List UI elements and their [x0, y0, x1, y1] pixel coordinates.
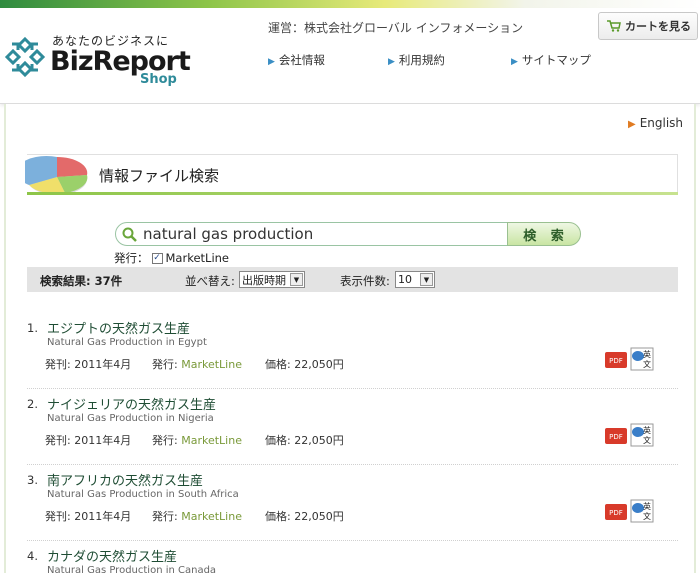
svg-text:文: 文: [643, 359, 651, 369]
svg-text:文: 文: [643, 511, 651, 521]
result-count: 検索結果: 37件: [40, 274, 123, 288]
result-date: 発刊: 2011年4月: [45, 434, 132, 447]
search-panel: 情報ファイル検索 natural gas production 検 索 発行： …: [25, 154, 678, 292]
list-item: 4. カナダの天然ガス生産 Natural Gas Production in …: [27, 541, 678, 573]
logo-shop: Shop: [140, 72, 177, 87]
publisher-filter-label: 発行：: [114, 251, 149, 265]
publisher-checkbox[interactable]: ✓: [151, 252, 163, 264]
search-form: natural gas production 検 索 発行： ✓ MarketL…: [27, 195, 678, 267]
svg-text:文: 文: [643, 435, 651, 445]
result-price: 価格: 22,050円: [265, 434, 344, 447]
arrow-icon: ▶: [628, 119, 636, 130]
sort-label: 並べ替え:: [185, 274, 235, 288]
result-price: 価格: 22,050円: [265, 358, 344, 371]
publisher-filter-value: MarketLine: [165, 251, 230, 265]
result-toolbar: 検索結果: 37件 並べ替え: 出版時期 ▼ 表示件数: 10 ▼: [27, 267, 678, 292]
sort-select[interactable]: 出版時期 ▼: [239, 271, 305, 288]
result-publisher: 発行: MarketLine: [152, 510, 242, 523]
result-date: 発刊: 2011年4月: [45, 510, 132, 523]
nav-company[interactable]: ▶ 会社情報: [268, 52, 325, 68]
result-english-title: Natural Gas Production in South Africa: [47, 489, 239, 500]
search-button[interactable]: 検 索: [507, 222, 581, 246]
search-panel-title: 情報ファイル検索: [99, 167, 220, 185]
result-english-title: Natural Gas Production in Canada: [47, 565, 217, 573]
logo-icon[interactable]: [4, 36, 46, 78]
arrow-icon: ▶: [511, 57, 518, 67]
svg-text:PDF: PDF: [609, 357, 623, 365]
arrow-icon: ▶: [388, 57, 395, 67]
search-query: natural gas production: [143, 225, 314, 243]
pdf-icon[interactable]: PDF: [604, 350, 628, 370]
svg-text:PDF: PDF: [609, 509, 623, 517]
top-color-strip: [0, 0, 700, 8]
list-item: 1. エジプトの天然ガス生産 Natural Gas Production in…: [27, 313, 678, 389]
chevron-down-icon: ▼: [290, 273, 303, 286]
english-version-icon[interactable]: 英文: [630, 347, 654, 371]
nav-sitemap[interactable]: ▶ サイトマップ: [511, 52, 591, 68]
english-version-icon[interactable]: 英文: [630, 423, 654, 447]
publisher-filter: 発行： ✓ MarketLine: [114, 250, 229, 266]
list-item: 3. 南アフリカの天然ガス生産 Natural Gas Production i…: [27, 465, 678, 541]
nav-terms[interactable]: ▶ 利用規約: [388, 52, 445, 68]
pdf-icon[interactable]: PDF: [604, 502, 628, 522]
svg-text:英: 英: [643, 425, 651, 435]
result-title-link[interactable]: ナイジェリアの天然ガス生産: [47, 394, 216, 413]
english-link[interactable]: ▶ English: [628, 116, 683, 130]
cart-icon: [607, 20, 621, 32]
english-version-icon[interactable]: 英文: [630, 499, 654, 523]
result-english-title: Natural Gas Production in Egypt: [47, 337, 207, 348]
result-price: 価格: 22,050円: [265, 510, 344, 523]
result-title-link[interactable]: 南アフリカの天然ガス生産: [47, 470, 203, 489]
per-page-label: 表示件数:: [340, 274, 390, 288]
operator-text: 運営：株式会社グローバル インフォメーション: [268, 21, 524, 35]
result-date: 発刊: 2011年4月: [45, 358, 132, 371]
search-input[interactable]: natural gas production: [115, 222, 510, 246]
svg-text:PDF: PDF: [609, 433, 623, 441]
result-title-link[interactable]: エジプトの天然ガス生産: [47, 318, 190, 337]
per-page-select[interactable]: 10 ▼: [395, 271, 435, 288]
svg-text:英: 英: [643, 349, 651, 359]
chevron-down-icon: ▼: [420, 273, 433, 286]
arrow-icon: ▶: [268, 57, 275, 67]
result-english-title: Natural Gas Production in Nigeria: [47, 413, 214, 424]
search-panel-header: 情報ファイル検索: [25, 154, 678, 195]
svg-text:英: 英: [643, 501, 651, 511]
list-item: 2. ナイジェリアの天然ガス生産 Natural Gas Production …: [27, 389, 678, 465]
search-icon: [122, 227, 137, 242]
pdf-icon[interactable]: PDF: [604, 426, 628, 446]
result-title-link[interactable]: カナダの天然ガス生産: [47, 546, 177, 565]
result-publisher: 発行: MarketLine: [152, 434, 242, 447]
site-header: あなたのビジネスに BizReport Shop 運営：株式会社グローバル イン…: [0, 8, 700, 104]
view-cart-button[interactable]: カートを見る: [598, 12, 698, 40]
result-publisher: 発行: MarketLine: [152, 358, 242, 371]
